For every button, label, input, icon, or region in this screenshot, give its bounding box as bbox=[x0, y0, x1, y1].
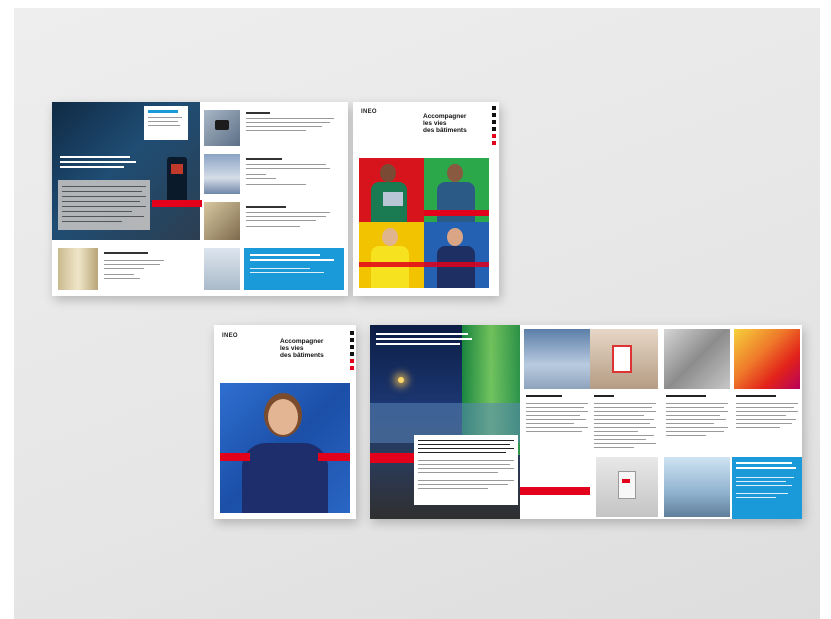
terminal-screen bbox=[171, 164, 183, 174]
brochure-spread-inner-top bbox=[52, 102, 348, 296]
red-band bbox=[152, 200, 202, 207]
ceiling-photo bbox=[58, 248, 98, 290]
spread-heading-text bbox=[60, 156, 140, 168]
lobby-photo bbox=[204, 154, 240, 194]
backdrop bbox=[14, 8, 820, 619]
corridor-photo bbox=[204, 248, 240, 290]
cover-title-bottom: Accompagner les vies des bâtiments bbox=[280, 338, 324, 359]
brochure-cover-top: INEO Accompagner les vies des bâtiments bbox=[353, 102, 499, 296]
operating-room-photo bbox=[664, 457, 730, 517]
cover-title: Accompagner les vies des bâtiments bbox=[423, 113, 467, 134]
brochure-spread-inner-bottom bbox=[370, 325, 802, 519]
thermal-photo bbox=[734, 329, 800, 389]
red-band-bottom bbox=[370, 453, 414, 463]
spread-heading-white bbox=[376, 333, 476, 345]
intro-text-box bbox=[414, 435, 518, 505]
body-text-panel bbox=[58, 180, 150, 230]
technician-photo bbox=[204, 202, 240, 240]
aerial-photo bbox=[664, 329, 730, 389]
brand-logo: INEO bbox=[361, 109, 377, 115]
lobby-photo-2 bbox=[524, 329, 590, 389]
info-box-accent bbox=[148, 110, 178, 113]
brand-logo-bottom: INEO bbox=[222, 333, 238, 339]
brochure-cover-bottom: INEO Accompagner les vies des bâtiments bbox=[214, 325, 356, 519]
